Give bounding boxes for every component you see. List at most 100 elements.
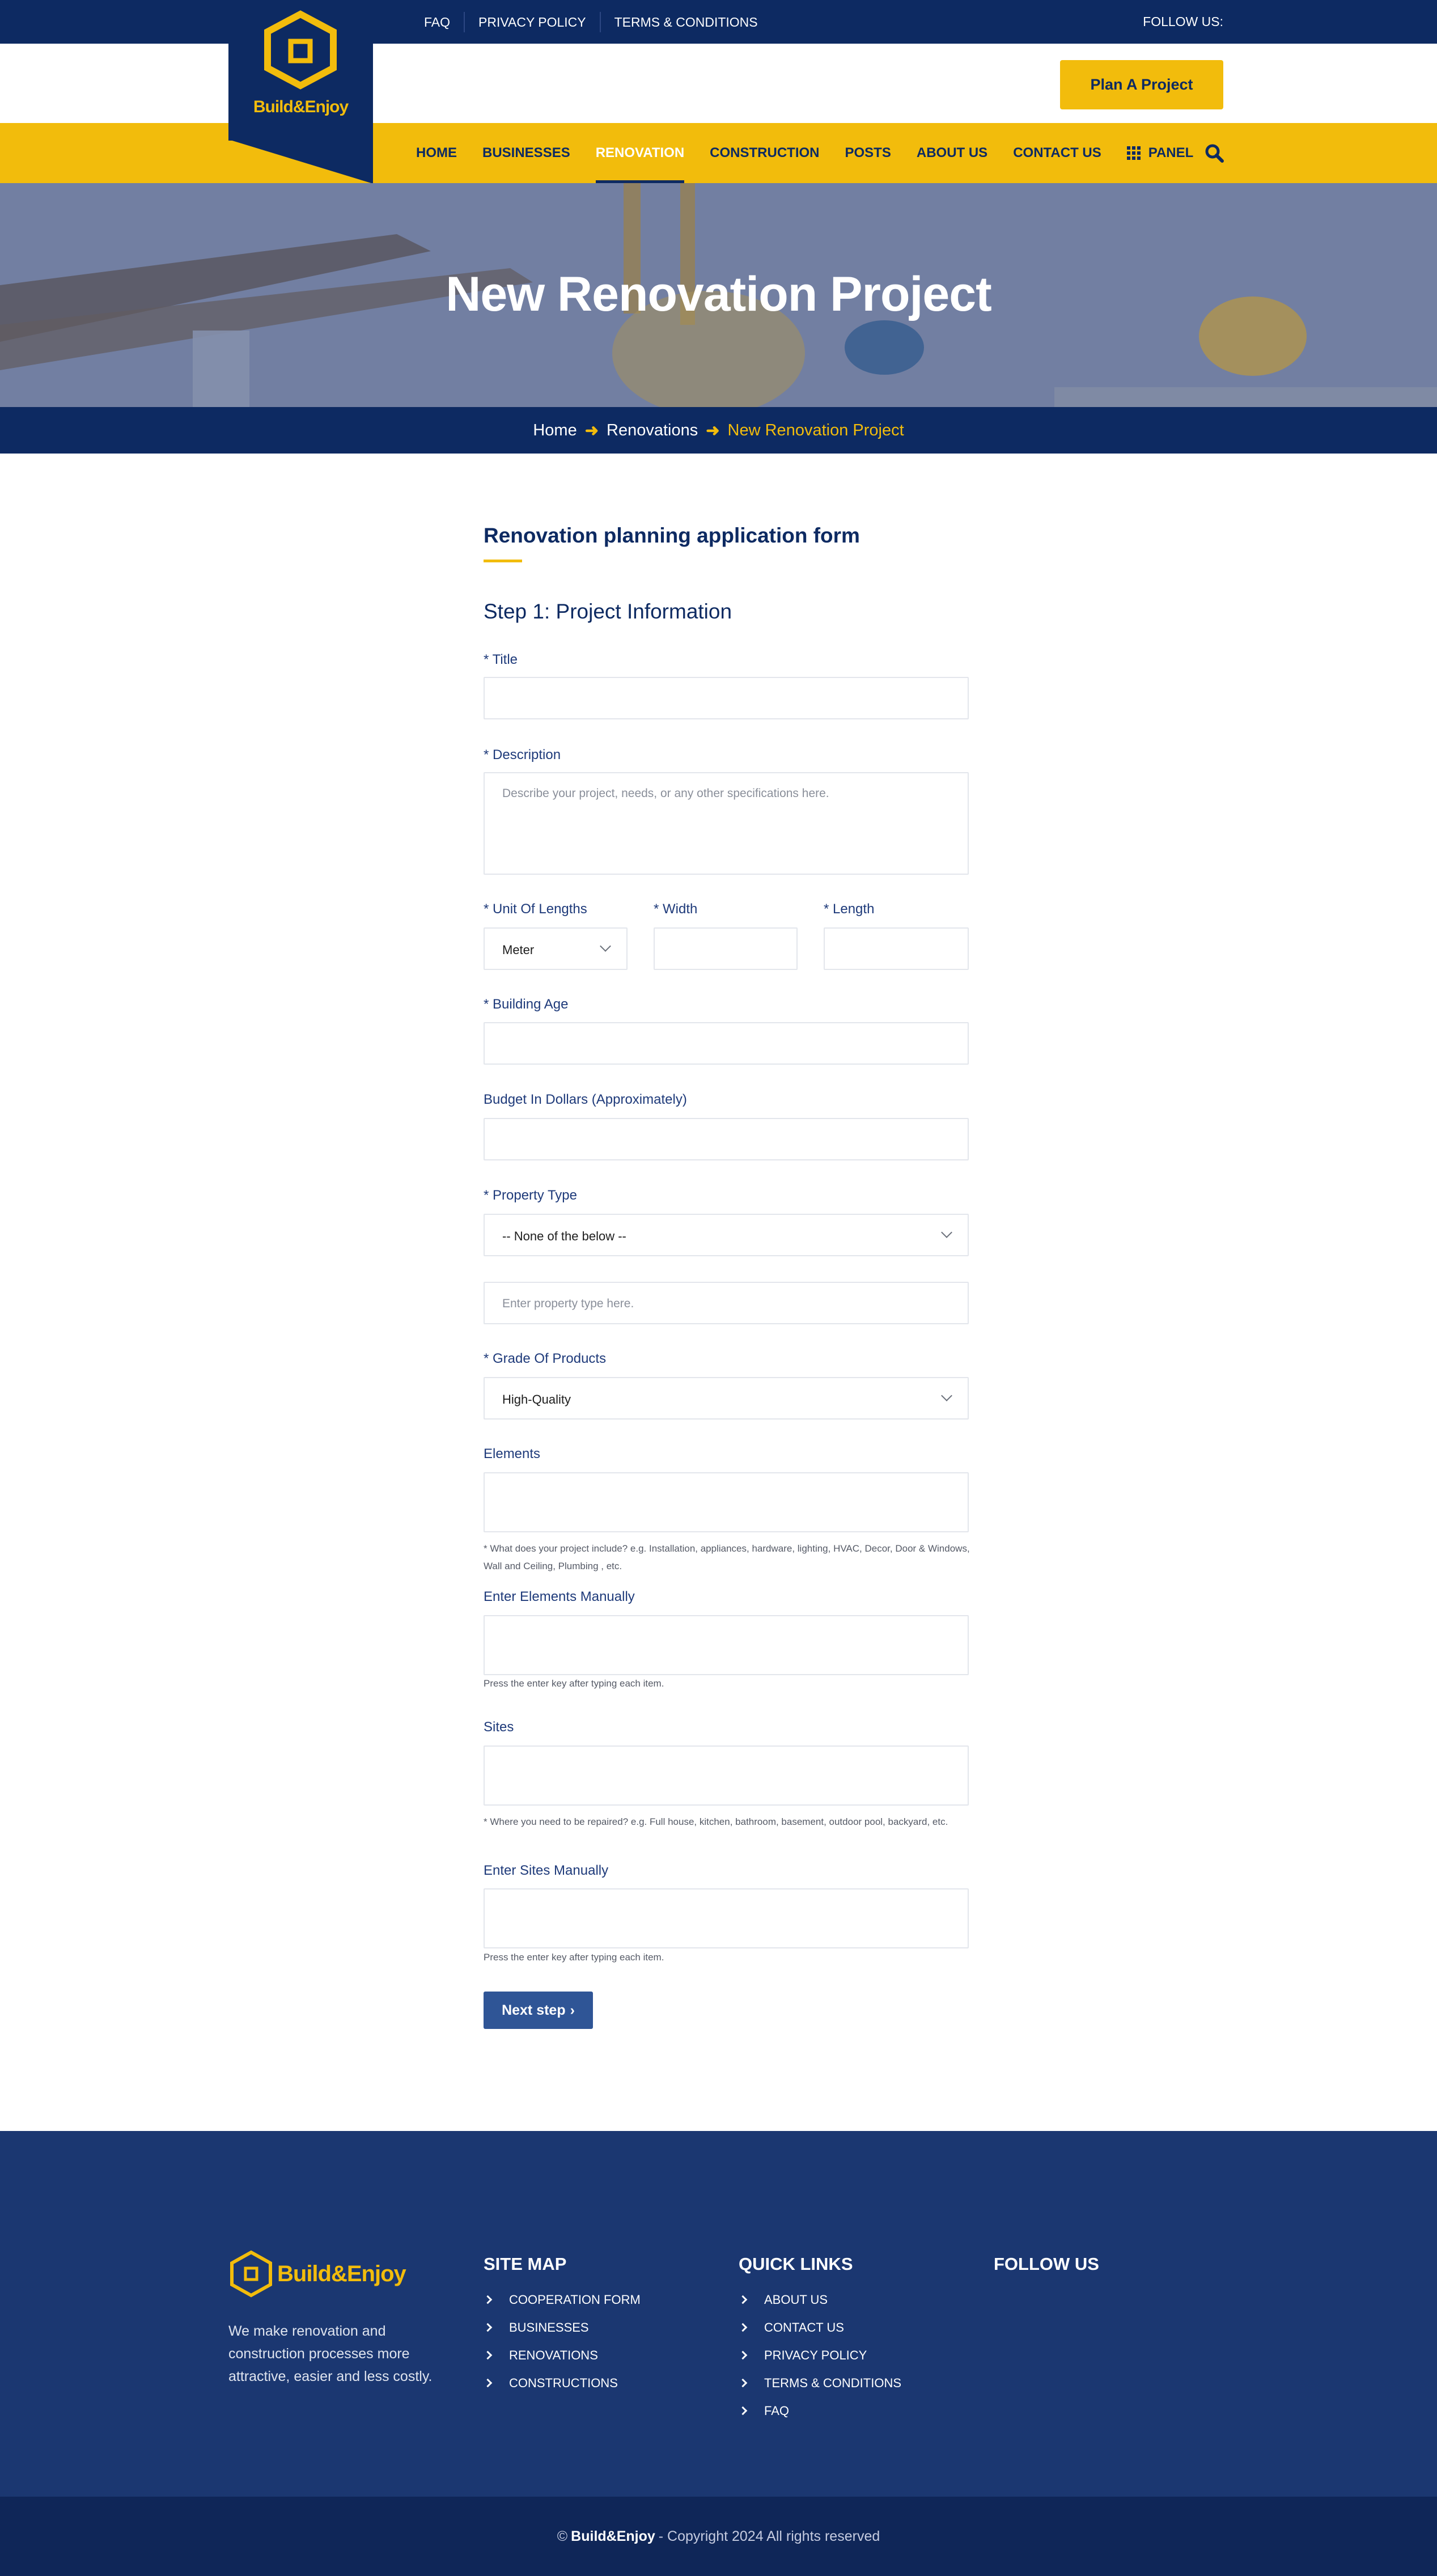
sites-hint: * Where you need to be repaired? e.g. Fu… [484,1816,948,1827]
panel-grid-icon [1126,146,1141,160]
sites-input[interactable] [484,1745,969,1806]
property-type-select[interactable]: -- None of the below -- [484,1214,969,1256]
chevron-right-icon [483,2350,493,2360]
search-icon[interactable] [1204,143,1224,163]
property-type-placeholder: Enter property type here. [502,1297,634,1310]
next-step-button[interactable]: Next step › [484,1992,593,2029]
nav-item-businesses[interactable]: BUSINESSES [482,123,570,183]
sitemap-link[interactable]: BUSINESSES [483,2314,641,2341]
hexagon-logo-icon [230,2250,272,2298]
budget-label: Budget In Dollars (Approximately) [484,1092,687,1107]
arrow-right-icon: ➜ [584,421,599,440]
building-age-input[interactable] [484,1022,969,1065]
quicklink[interactable]: ABOUT US [738,2286,901,2314]
chevron-right-icon: › [570,2002,575,2018]
breadcrumb-home[interactable]: Home [533,421,577,440]
sitemap-link[interactable]: CONSTRUCTIONS [483,2369,641,2397]
title-input[interactable] [484,677,969,719]
grade-label: * Grade Of Products [484,1351,607,1366]
site-logo[interactable]: Build&Enjoy [228,0,373,141]
top-link-privacy-policy[interactable]: PRIVACY POLICY [464,11,600,32]
width-input[interactable] [654,927,798,970]
quicklinks-list: ABOUT US CONTACT US PRIVACY POLICY TERMS… [738,2286,901,2425]
logo-wordmark: Build&Enjoy [253,98,349,116]
description-label: * Description [484,747,561,762]
property-type-other-input[interactable]: Enter property type here. [484,1282,969,1324]
chevron-right-icon [738,2406,748,2416]
description-placeholder: Describe your project, needs, or any oth… [502,787,829,800]
copyright-brand: Build&Enjoy [571,2528,655,2544]
nav-item-contact-us[interactable]: CONTACT US [1013,123,1101,183]
chevron-down-icon [941,1390,952,1401]
quicklink[interactable]: TERMS & CONDITIONS [738,2369,901,2397]
breadcrumb-renovations[interactable]: Renovations [607,421,698,440]
logo-ribbon [228,139,373,184]
width-label: * Width [654,901,698,917]
sites-manual-input[interactable] [484,1888,969,1948]
follow-us-label: FOLLOW US: [1143,14,1223,29]
breadcrumb: Home ➜ Renovations ➜ New Renovation Proj… [0,407,1437,454]
chevron-right-icon [483,2295,493,2304]
budget-input[interactable] [484,1118,969,1160]
quicklink[interactable]: CONTACT US [738,2314,901,2341]
nav-item-renovation[interactable]: RENOVATION [595,123,685,183]
quicklinks-title: QUICK LINKS [739,2254,853,2274]
sitemap-title: SITE MAP [484,2254,567,2274]
chevron-right-icon [483,2378,493,2388]
elements-manual-hint: Press the enter key after typing each it… [484,1678,664,1689]
sites-manual-hint: Press the enter key after typing each it… [484,1952,664,1963]
length-label: * Length [824,901,875,917]
top-link-faq[interactable]: FAQ [424,12,464,32]
footer-about: We make renovation and construction proc… [228,2323,433,2384]
elements-hint: * What does your project include? e.g. I… [484,1543,970,1571]
grade-select-value: High-Quality [502,1392,571,1406]
description-textarea[interactable]: Describe your project, needs, or any oth… [484,772,969,875]
title-label: * Title [484,652,518,667]
heading-underline [484,560,522,562]
length-input[interactable] [824,927,969,970]
page-title: New Renovation Project [446,267,991,321]
nav-item-home[interactable]: HOME [416,123,457,183]
elements-input[interactable] [484,1472,969,1532]
chevron-right-icon [738,2323,748,2332]
nav-item-about-us[interactable]: ABOUT US [917,123,987,183]
nav-item-posts[interactable]: POSTS [845,123,891,183]
plan-a-project-button[interactable]: Plan A Project [1060,60,1223,109]
footer-logo[interactable]: Build&Enjoy [228,2250,406,2298]
step-title: Step 1: Project Information [484,600,732,623]
chevron-right-icon [738,2295,748,2304]
nav-item-panel[interactable]: PANEL [1126,123,1193,183]
chevron-down-icon [600,940,611,952]
building-age-label: * Building Age [484,997,569,1012]
top-links: FAQ PRIVACY POLICY TERMS & CONDITIONS [424,0,772,44]
elements-label: Elements [484,1446,541,1461]
copyright-text: - Copyright 2024 All rights reserved [658,2528,880,2544]
quicklink[interactable]: FAQ [738,2397,901,2425]
top-bar: FAQ PRIVACY POLICY TERMS & CONDITIONS FO… [0,0,1437,44]
form-heading: Renovation planning application form [484,524,860,547]
top-link-terms[interactable]: TERMS & CONDITIONS [599,11,772,32]
unit-select[interactable]: Meter [484,927,628,970]
property-type-value: -- None of the below -- [502,1229,626,1243]
follow-us-title: FOLLOW US [994,2254,1099,2274]
sitemap-list: COOPERATION FORM BUSINESSES RENOVATIONS … [483,2286,641,2397]
breadcrumb-current: New Renovation Project [727,421,904,439]
chevron-right-icon [738,2378,748,2388]
quicklink[interactable]: PRIVACY POLICY [738,2341,901,2369]
unit-select-value: Meter [502,943,535,957]
chevron-down-icon [941,1227,952,1238]
property-type-label: * Property Type [484,1188,577,1203]
footer-wordmark: Build&Enjoy [277,2261,406,2286]
sitemap-link[interactable]: RENOVATIONS [483,2341,641,2369]
hexagon-logo-icon [264,10,337,90]
chevron-right-icon [483,2323,493,2332]
sites-manual-label: Enter Sites Manually [484,1863,609,1878]
arrow-right-icon: ➜ [706,421,720,440]
sites-label: Sites [484,1719,514,1735]
copyright-bar: © Build&Enjoy - Copyright 2024 All right… [0,2497,1437,2576]
sitemap-link[interactable]: COOPERATION FORM [483,2286,641,2314]
chevron-right-icon [738,2350,748,2360]
elements-manual-input[interactable] [484,1615,969,1675]
nav-item-construction[interactable]: CONSTRUCTION [710,123,819,183]
grade-select[interactable]: High-Quality [484,1377,969,1420]
